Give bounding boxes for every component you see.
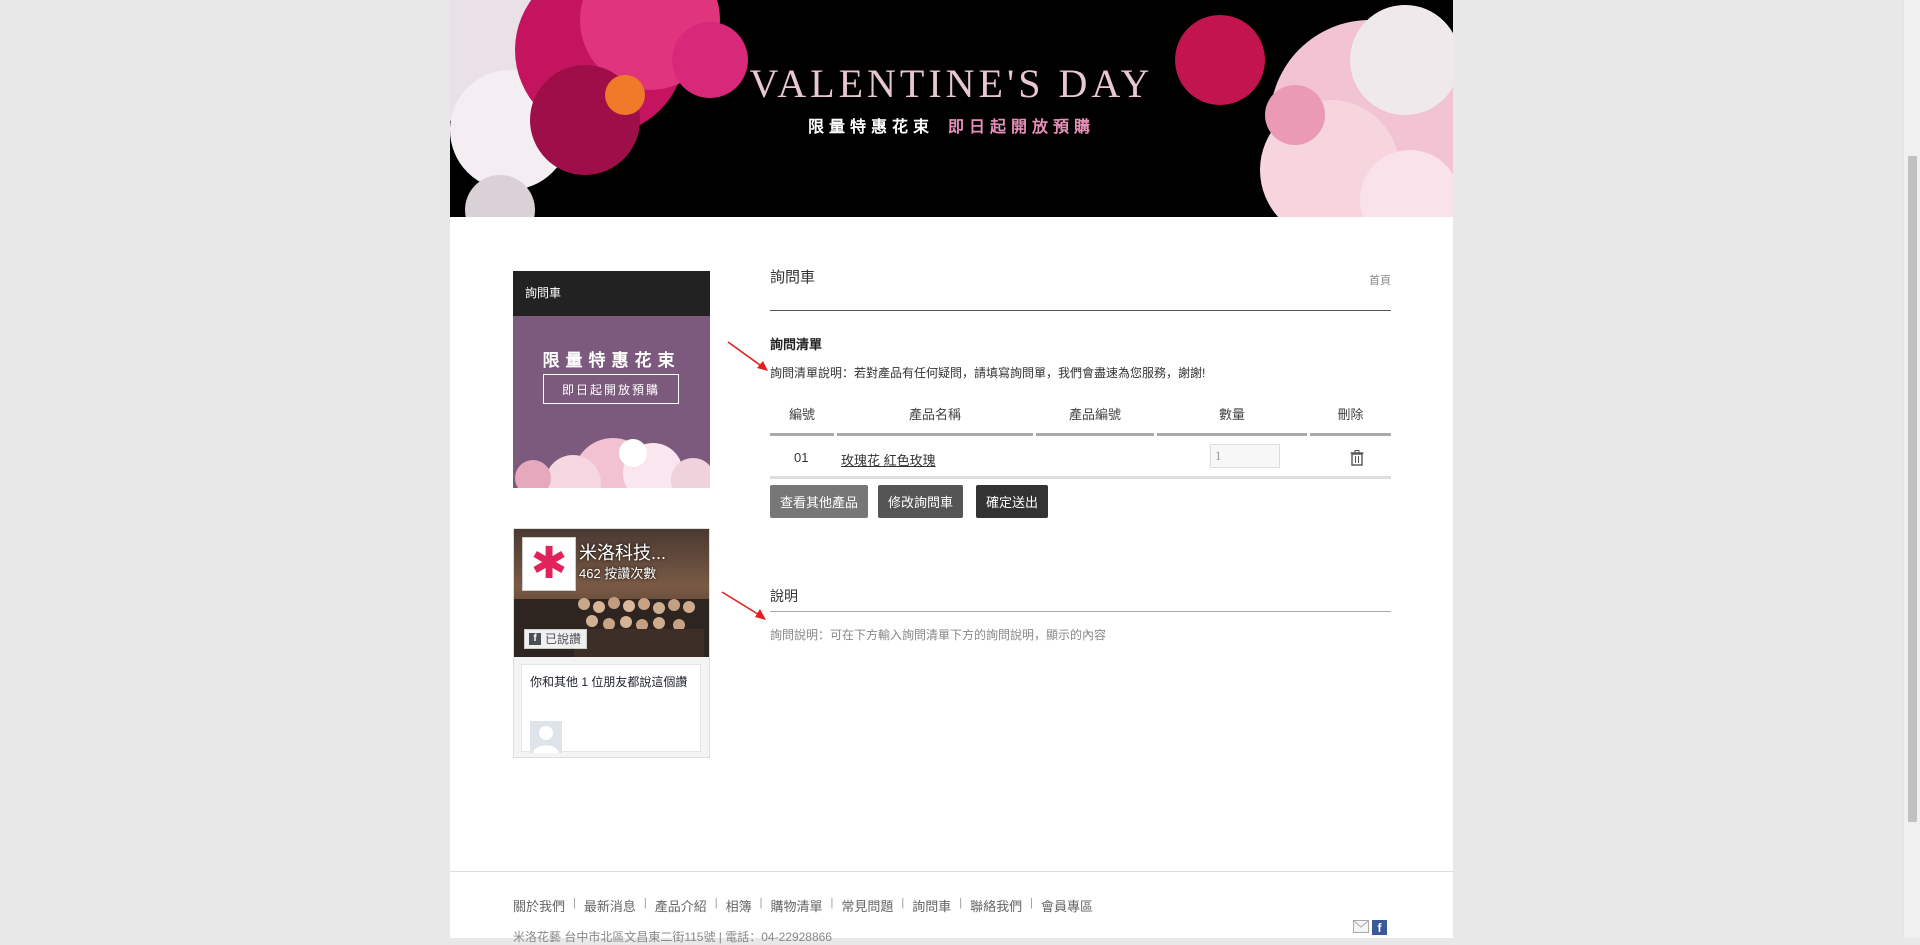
row-number: 01 (794, 450, 809, 465)
submit-button[interactable]: 確定送出 (976, 485, 1049, 518)
promo-preorder-button[interactable]: 即日起開放預購 (543, 374, 679, 404)
footer-icons: f (1353, 920, 1387, 935)
footer-link-about[interactable]: 關於我們 (513, 899, 565, 914)
valentines-banner[interactable]: VALENTINE'S DAY 限量特惠花束 即日起開放預購 (450, 0, 1453, 217)
facebook-page-widget[interactable]: ✱ 米洛科技... 462 按讚次數 f 已說讚 你和其他 1 位朋友都說這個讚 (513, 528, 710, 758)
footer-link-contact[interactable]: 聯絡我們 (970, 899, 1022, 914)
footer-link-news[interactable]: 最新消息 (584, 899, 636, 914)
footer-separator: | (643, 897, 647, 909)
promo-title: 限量特惠花束 (542, 351, 681, 371)
footer-link-member[interactable]: 會員專區 (1041, 899, 1093, 914)
note-text: 詢問說明：可在下方輸入詢問清單下方的詢問說明，顯示的內容 (770, 628, 1107, 642)
title-divider (770, 310, 1391, 311)
col-header-delete: 刪除 (1310, 406, 1391, 436)
footer-divider (450, 871, 1453, 872)
trash-icon[interactable] (1350, 450, 1364, 466)
banner-subtitle-white: 限量特惠花束 (807, 117, 934, 136)
friend-avatar[interactable] (530, 721, 562, 753)
page-container: VALENTINE'S DAY 限量特惠花束 即日起開放預購 詢問車 限量特惠花束… (450, 0, 1453, 944)
col-header-product-code: 產品編號 (1036, 406, 1154, 436)
quantity-input[interactable] (1210, 444, 1280, 468)
footer-link-faq[interactable]: 常見問題 (841, 899, 893, 914)
page-scrollbar[interactable] (1903, 0, 1920, 938)
footer-nav: 關於我們 | 最新消息 | 產品介紹 | 相簿 | 購物清單 | 常見問題 | 詢問車 | 聯絡我們 | 會員專… (513, 896, 1093, 915)
sidebar-promo-banner[interactable]: 限量特惠花束 即日起開放預購 (513, 316, 710, 488)
inquiry-list-heading: 詢問清單 (770, 337, 823, 352)
scrollbar-thumb[interactable] (1908, 156, 1917, 822)
mail-icon[interactable] (1353, 920, 1369, 933)
footer-link-album[interactable]: 相簿 (726, 899, 752, 914)
footer-separator: | (830, 897, 834, 909)
footer-info: 米洛花藝 台中市北區文昌東二街115號 | 電話：04-22928866 (513, 930, 832, 944)
banner-subtitle: 限量特惠花束 即日起開放預購 (450, 113, 1453, 137)
facebook-like-count: 462 按讚次數 (579, 566, 657, 581)
banner-title: VALENTINE'S DAY (749, 61, 1154, 106)
footer-link-products[interactable]: 產品介紹 (655, 899, 707, 914)
footer-separator: | (901, 897, 905, 909)
facebook-page-name[interactable]: 米洛科技... (579, 539, 666, 565)
page-logo-avatar[interactable]: ✱ (522, 537, 576, 591)
footer-separator: | (759, 897, 763, 909)
liked-button-label: 已說讚 (545, 632, 582, 646)
banner-subtitle-pink: 即日起開放預購 (948, 117, 1096, 136)
col-header-quantity: 數量 (1157, 406, 1307, 436)
footer-link-inquiry-cart[interactable]: 詢問車 (912, 899, 951, 914)
note-divider (770, 611, 1391, 612)
facebook-icon[interactable]: f (1372, 920, 1387, 935)
view-other-products-button[interactable]: 查看其他產品 (770, 485, 869, 518)
note-heading: 說明 (770, 588, 798, 604)
col-header-product-name: 產品名稱 (837, 406, 1033, 436)
col-header-number: 編號 (770, 406, 834, 436)
user-silhouette-icon (530, 721, 562, 753)
footer-link-shopping-list[interactable]: 購物清單 (771, 899, 823, 914)
breadcrumb-home[interactable]: 首頁 (1369, 272, 1391, 288)
footer-separator: | (714, 897, 718, 909)
edit-inquiry-cart-button[interactable]: 修改詢問車 (878, 485, 964, 518)
page-title: 詢問車 (770, 269, 816, 286)
friends-liked-text: 你和其他 1 位朋友都說這個讚 (530, 675, 688, 689)
product-name-link[interactable]: 玫瑰花 紅色玫瑰 (841, 450, 936, 469)
facebook-cover-photo[interactable]: ✱ 米洛科技... 462 按讚次數 f 已說讚 (514, 529, 709, 657)
liked-button[interactable]: f 已說讚 (524, 629, 588, 649)
row-divider (770, 476, 1391, 479)
footer-separator: | (959, 897, 963, 909)
facebook-icon: f (529, 633, 541, 645)
footer-separator: | (1030, 897, 1033, 909)
banner-flowers (450, 0, 1453, 217)
annotation-arrow-icon (727, 341, 768, 371)
annotation-arrow-icon (721, 591, 766, 620)
promo-flowers-image (515, 438, 710, 488)
sidebar-heading: 詢問車 (513, 271, 710, 316)
footer-separator: | (573, 897, 576, 909)
inquiry-list-description: 詢問清單說明：若對產品有任何疑問，請填寫詢問單，我們會盡速為您服務，謝謝! (770, 366, 1206, 380)
friends-liked-panel: 你和其他 1 位朋友都說這個讚 (521, 664, 701, 753)
